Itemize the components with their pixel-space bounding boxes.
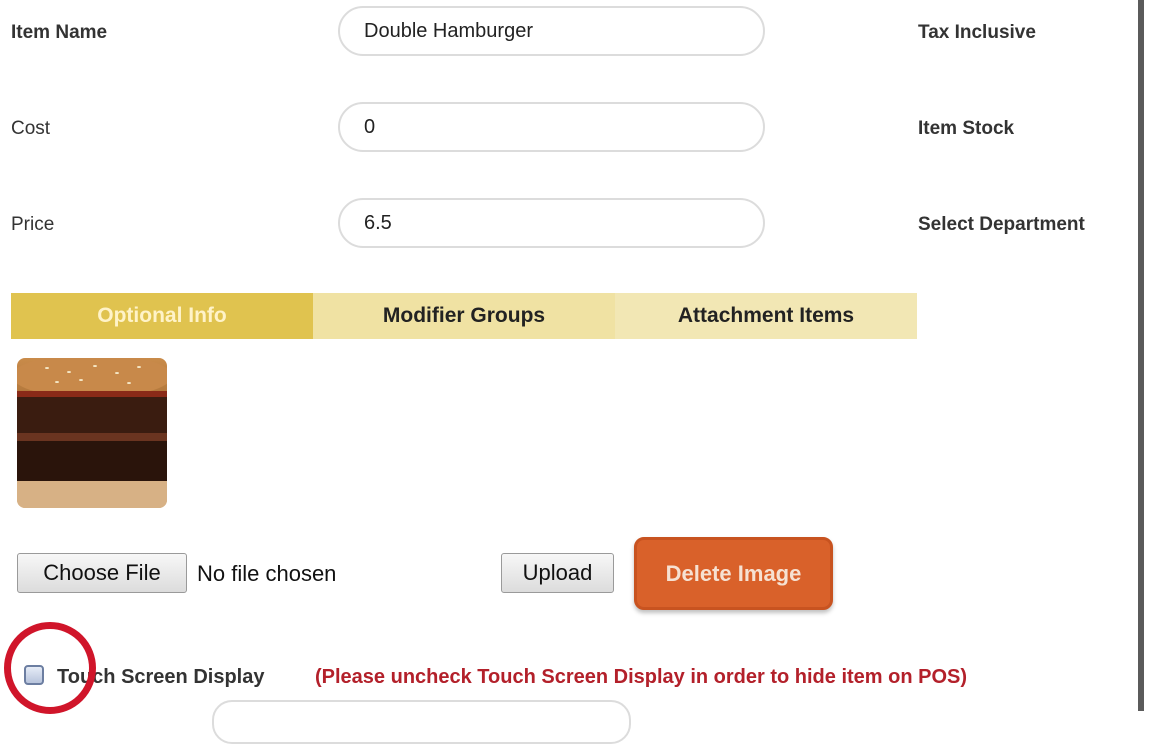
price-input[interactable] bbox=[338, 198, 765, 248]
tab-optional-info-label: Optional Info bbox=[97, 304, 227, 327]
choose-file-button[interactable]: Choose File bbox=[17, 553, 187, 593]
cost-input[interactable] bbox=[338, 102, 765, 152]
cost-label: Cost bbox=[11, 118, 51, 139]
tab-attachment-items[interactable]: Attachment Items bbox=[615, 293, 917, 339]
price-label: Price bbox=[11, 214, 55, 235]
tab-modifier-groups[interactable]: Modifier Groups bbox=[313, 293, 629, 339]
bottom-partial-field[interactable] bbox=[212, 700, 631, 744]
item-name-input[interactable] bbox=[338, 6, 765, 56]
highlight-circle-annotation bbox=[4, 622, 96, 714]
tax-inclusive-label: Tax Inclusive bbox=[918, 22, 1036, 43]
tab-optional-info[interactable]: Optional Info bbox=[11, 293, 327, 339]
tab-modifier-groups-label: Modifier Groups bbox=[382, 304, 546, 327]
upload-button[interactable]: Upload bbox=[501, 553, 614, 593]
item-name-label: Item Name bbox=[11, 22, 108, 43]
select-department-label: Select Department bbox=[918, 214, 1085, 235]
delete-image-button[interactable]: Delete Image bbox=[634, 537, 833, 610]
panel-divider bbox=[1138, 0, 1144, 711]
item-stock-label: Item Stock bbox=[918, 118, 1015, 139]
tab-attachment-items-label: Attachment Items bbox=[677, 304, 855, 327]
burger-photo-icon bbox=[17, 358, 167, 508]
touch-screen-note: (Please uncheck Touch Screen Display in … bbox=[315, 666, 968, 688]
no-file-chosen-text: No file chosen bbox=[197, 561, 337, 586]
item-thumbnail-image bbox=[17, 358, 167, 508]
